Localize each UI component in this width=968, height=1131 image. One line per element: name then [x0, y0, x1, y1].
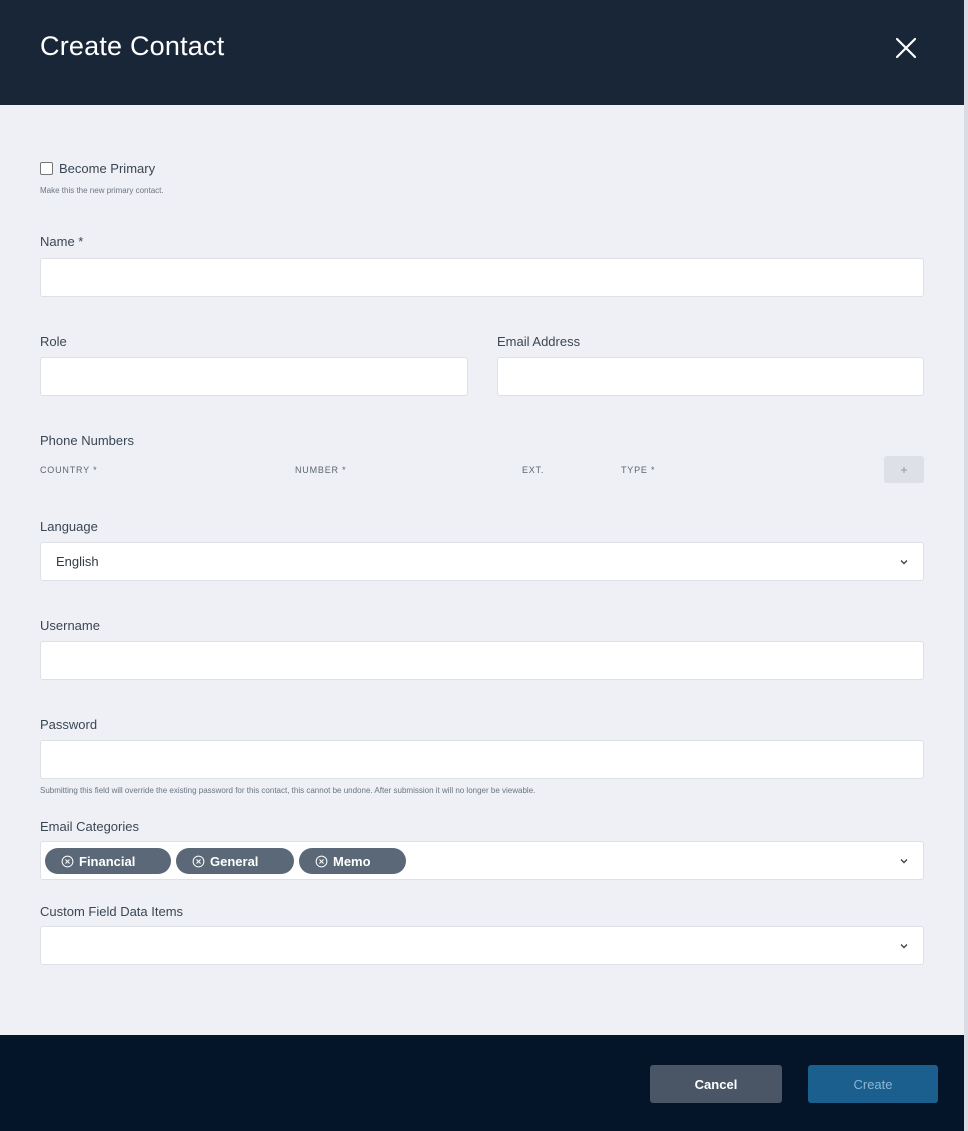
phone-col-type: TYPE * [621, 465, 656, 475]
phone-numbers-label: Phone Numbers [40, 433, 134, 448]
become-primary-row: Become Primary [40, 161, 155, 176]
become-primary-label[interactable]: Become Primary [59, 161, 155, 176]
name-label: Name * [40, 234, 84, 249]
name-input[interactable] [40, 258, 924, 297]
language-label: Language [40, 519, 98, 534]
remove-chip-icon[interactable] [315, 855, 328, 868]
chip-financial[interactable]: Financial [45, 848, 171, 874]
language-selected-value: English [56, 554, 99, 569]
username-input[interactable] [40, 641, 924, 680]
custom-fields-select[interactable] [40, 926, 924, 965]
custom-fields-label: Custom Field Data Items [40, 904, 184, 919]
dialog-title: Create Contact [40, 31, 225, 61]
phone-col-ext: EXT. [522, 465, 545, 475]
email-categories-select[interactable]: Financial General Memo [40, 841, 924, 880]
become-primary-checkbox[interactable] [40, 162, 53, 175]
chevron-down-icon [900, 859, 908, 864]
become-primary-hint: Make this the new primary contact. [40, 186, 164, 195]
chip-label: Memo [333, 853, 371, 869]
role-input[interactable] [40, 357, 468, 396]
phone-col-number: NUMBER * [295, 465, 347, 475]
chevron-down-icon [900, 560, 908, 565]
window-edge [964, 0, 968, 1131]
remove-chip-icon[interactable] [192, 855, 205, 868]
chevron-down-icon [900, 944, 908, 949]
chip-memo[interactable]: Memo [299, 848, 406, 874]
email-categories-label: Email Categories [40, 819, 139, 834]
email-label: Email Address [497, 334, 581, 349]
phone-col-country: COUNTRY * [40, 465, 98, 475]
close-button[interactable] [894, 36, 918, 60]
cancel-button[interactable]: Cancel [650, 1065, 782, 1103]
chip-general[interactable]: General [176, 848, 294, 874]
email-input[interactable] [497, 357, 924, 396]
chip-label: General [210, 853, 259, 869]
chip-label: Financial [79, 853, 136, 869]
password-label: Password [40, 717, 98, 732]
password-hint: Submitting this field will override the … [40, 786, 536, 795]
create-button[interactable]: Create [808, 1065, 938, 1103]
dialog-footer: Cancel Create [0, 1035, 964, 1131]
dialog-header: Create Contact [0, 0, 964, 105]
close-icon [895, 37, 917, 58]
password-input[interactable] [40, 740, 924, 779]
add-phone-button[interactable]: + [884, 456, 924, 483]
username-label: Username [40, 618, 100, 633]
remove-chip-icon[interactable] [61, 855, 74, 868]
role-label: Role [40, 334, 67, 349]
language-select[interactable]: English [40, 542, 924, 581]
